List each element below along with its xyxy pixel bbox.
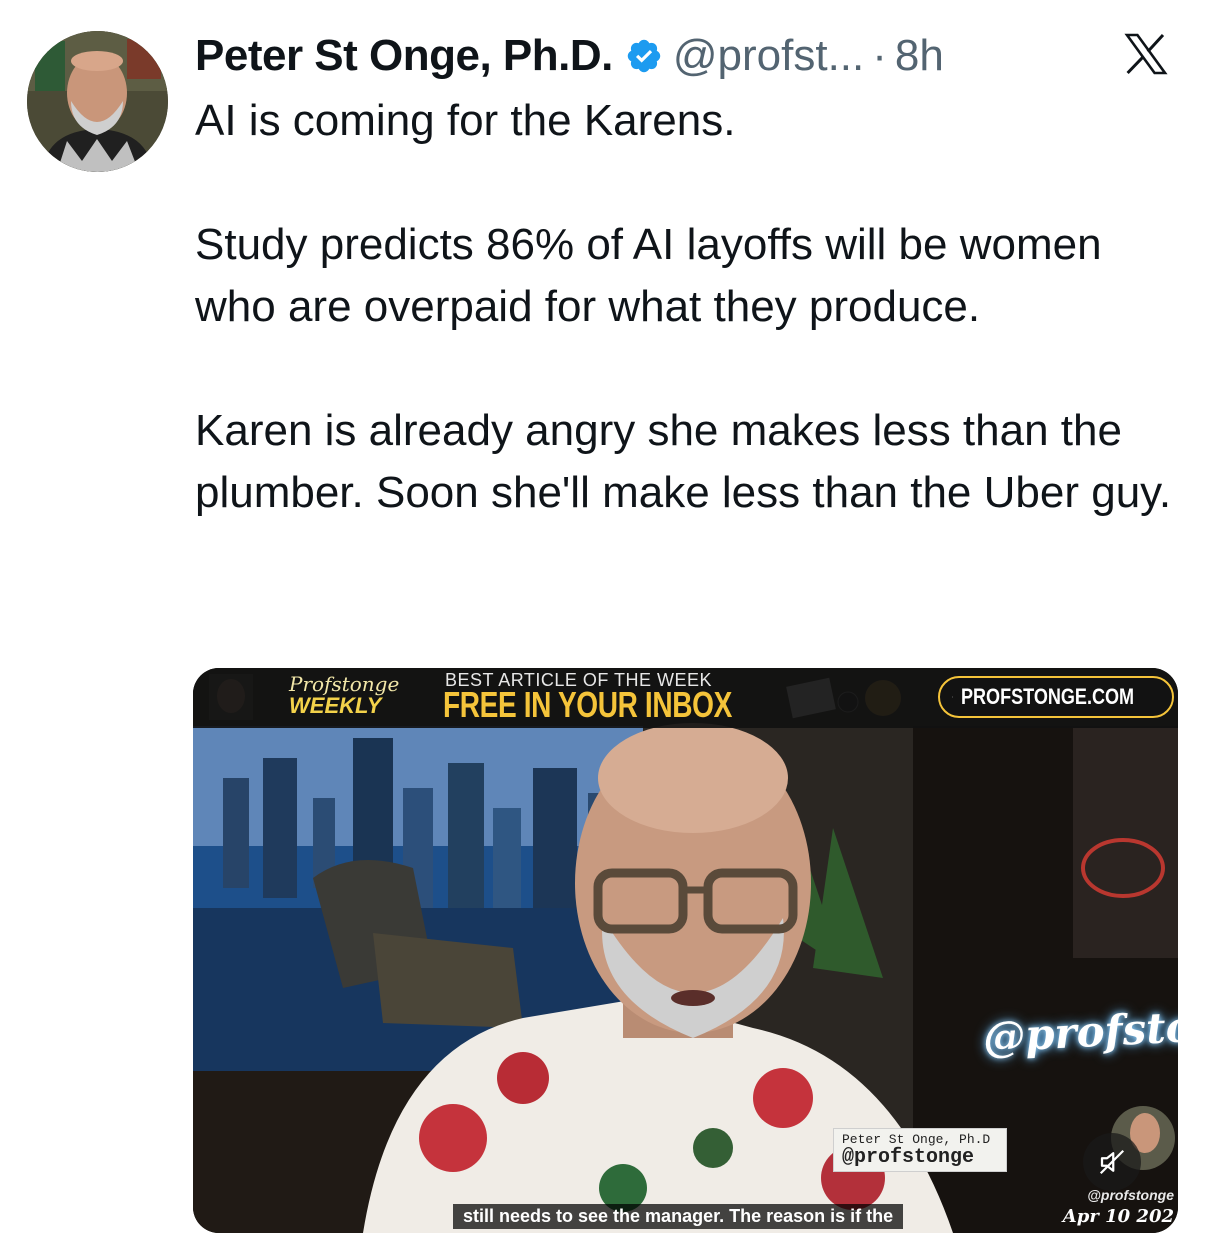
- corner-handle: @profstonge: [1087, 1187, 1174, 1203]
- site-pill-label: PROFSTONGE.COM: [960, 684, 1135, 709]
- video-banner: Profstonge WEEKLY BEST ARTICLE OF THE WE…: [193, 668, 1178, 728]
- avatar-image: [27, 31, 168, 172]
- tweet-text: AI is coming for the Karens. Study predi…: [195, 90, 1185, 524]
- tweet-header: Peter St Onge, Ph.D. @profst... · 8h: [195, 28, 1166, 84]
- mute-button[interactable]: [1083, 1133, 1141, 1191]
- video-caption: still needs to see the manager. The reas…: [453, 1204, 904, 1229]
- nametag-handle: @profstonge: [842, 1146, 975, 1169]
- tweet-paragraph: Karen is already angry she makes less th…: [195, 406, 1172, 517]
- video-player[interactable]: Profstonge WEEKLY BEST ARTICLE OF THE WE…: [193, 668, 1178, 1233]
- video-frame: [193, 668, 1178, 1233]
- separator: ·: [872, 31, 887, 80]
- author-name[interactable]: Peter St Onge, Ph.D.: [195, 31, 613, 81]
- banner-big-text: FREE IN YOUR INBOX: [443, 684, 732, 725]
- x-logo-icon[interactable]: [1120, 30, 1172, 78]
- lower-third-nametag: Peter St Onge, Ph.D @profstonge: [833, 1128, 1007, 1172]
- corner-date: Apr 10 202: [1062, 1206, 1174, 1227]
- banner-weekly-text: WEEKLY: [289, 693, 382, 718]
- author-handle[interactable]: @profst...: [673, 31, 864, 81]
- globe-icon: [952, 696, 953, 698]
- site-pill: PROFSTONGE.COM: [938, 676, 1174, 718]
- neon-sign: @profstonge: [981, 997, 1178, 1062]
- author-avatar[interactable]: [27, 31, 168, 172]
- tweet-paragraph: Study predicts 86% of AI layoffs will be…: [195, 220, 1102, 331]
- tweet-paragraph: AI is coming for the Karens.: [195, 96, 736, 145]
- muted-speaker-icon: [1099, 1149, 1125, 1175]
- post-time[interactable]: 8h: [895, 31, 944, 81]
- verified-badge-icon: [627, 39, 661, 73]
- nametag-name: Peter St Onge, Ph.D: [842, 1132, 991, 1147]
